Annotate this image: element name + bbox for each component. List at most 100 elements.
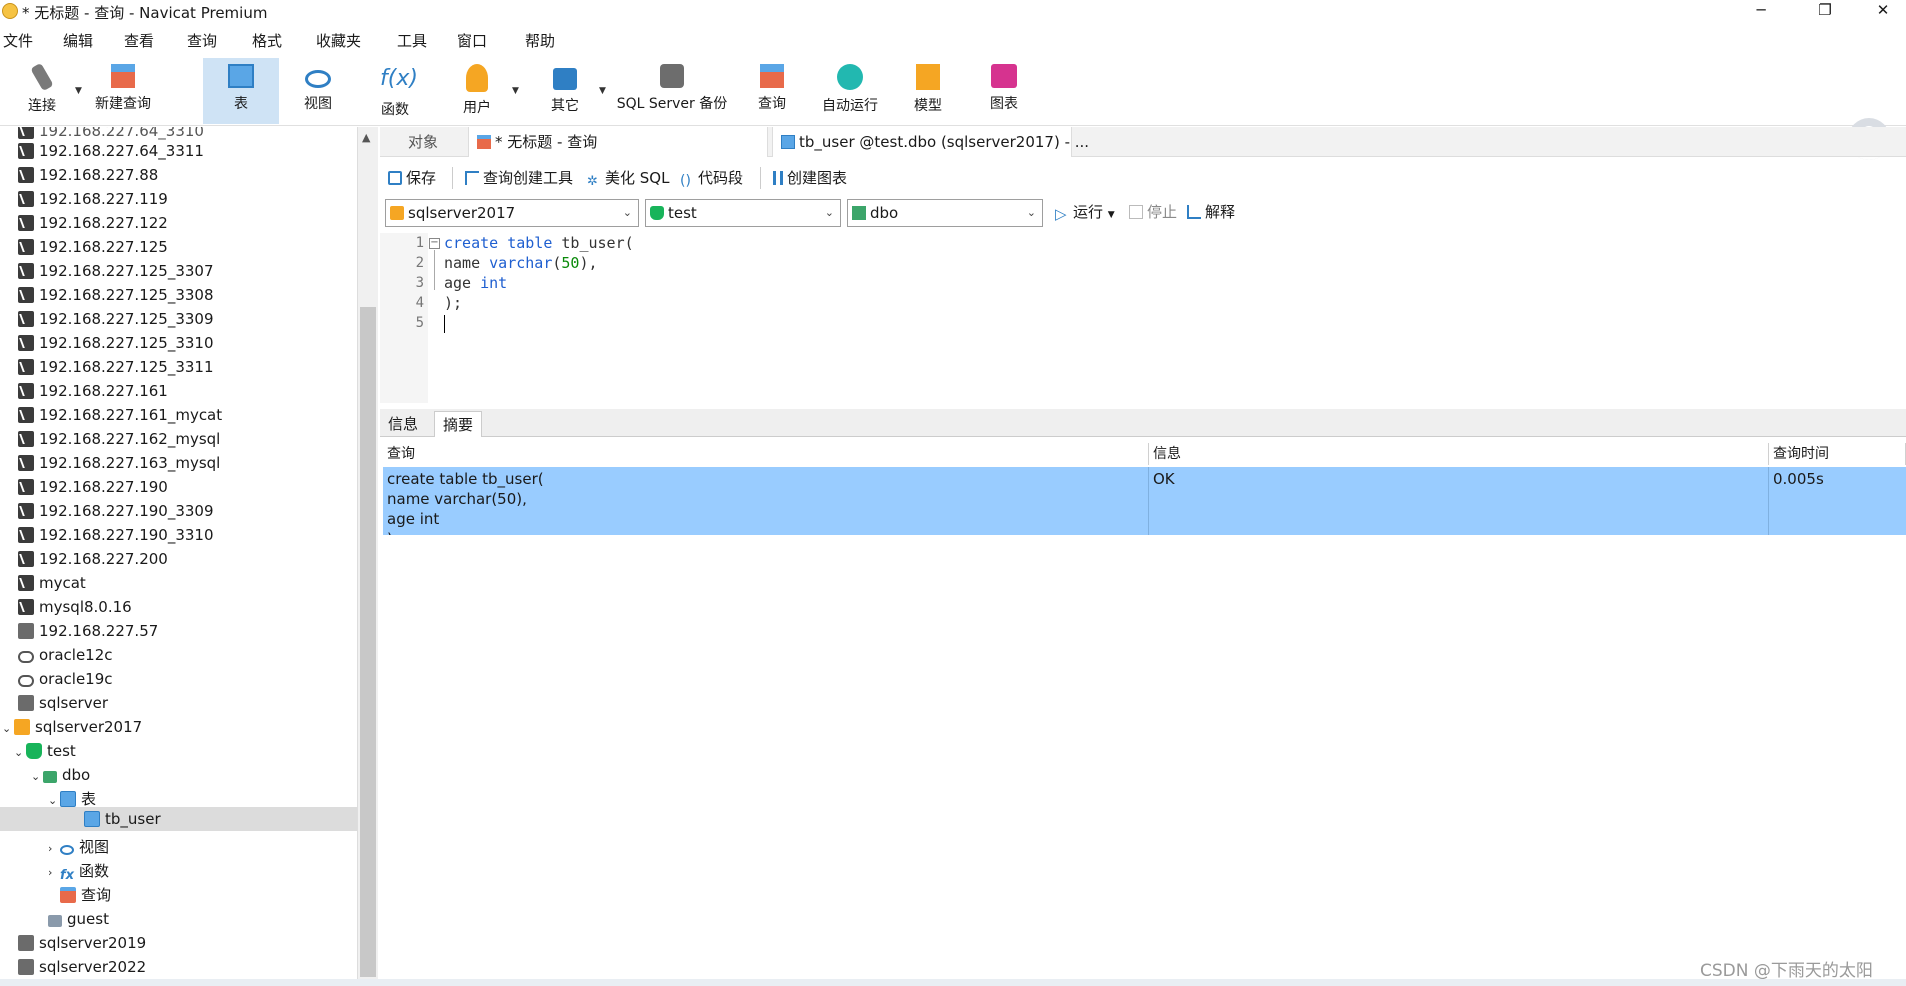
connection-item[interactable]: 192.168.227.125_3310 — [18, 331, 214, 355]
divider — [452, 167, 453, 189]
column-header-message[interactable]: 信息 — [1149, 443, 1769, 465]
menu-favorites[interactable]: 收藏夹 — [316, 30, 361, 51]
chevron-down-icon[interactable]: ⌄ — [2, 717, 14, 741]
queries-node[interactable]: 查询 — [60, 883, 111, 907]
connection-item[interactable]: sqlserver — [18, 691, 108, 715]
code-snippet-button[interactable]: () 代码段 — [680, 167, 743, 188]
mysql-connection-icon — [18, 215, 34, 231]
sqlserver-backup-button[interactable]: SQL Server 备份 — [612, 58, 732, 124]
explain-button[interactable]: 解释 — [1187, 201, 1235, 222]
user-button[interactable]: 用户 — [447, 58, 507, 124]
beautify-sql-button[interactable]: ✲ 美化 SQL — [587, 167, 669, 189]
tab-query[interactable]: * 无标题 - 查询 — [468, 127, 768, 157]
connection-item[interactable]: 192.168.227.125_3309 — [18, 307, 214, 331]
connection-item[interactable]: 192.168.227.161_mycat — [18, 403, 222, 427]
connect-dropdown-icon[interactable]: ▼ — [75, 86, 82, 96]
mysql-connection-icon — [18, 575, 34, 591]
other-dropdown-icon[interactable]: ▼ — [599, 86, 606, 96]
database-node[interactable]: ⌄ test — [14, 739, 76, 763]
tab-summary[interactable]: 摘要 — [434, 411, 483, 437]
query-builder-button[interactable]: 查询创建工具 — [465, 167, 573, 188]
column-header-time[interactable]: 查询时间 — [1769, 443, 1906, 465]
new-query-button[interactable]: 新建查询 — [88, 58, 158, 124]
model-button[interactable]: 模型 — [898, 58, 958, 124]
connection-item[interactable]: mycat — [18, 571, 86, 595]
sidebar-scrollbar[interactable]: ▲ — [358, 127, 378, 979]
view-button[interactable]: 视图 — [288, 58, 348, 124]
connection-select[interactable]: sqlserver2017 ⌄ — [385, 199, 639, 227]
menu-help[interactable]: 帮助 — [525, 30, 555, 51]
chevron-down-icon[interactable]: ⌄ — [31, 765, 43, 789]
database-select[interactable]: test ⌄ — [645, 199, 841, 227]
menu-file[interactable]: 文件 — [3, 30, 33, 51]
automation-button[interactable]: 自动运行 — [815, 58, 885, 124]
connection-item[interactable]: 192.168.227.190_3310 — [18, 523, 214, 547]
connection-item[interactable]: oracle19c — [18, 667, 113, 691]
chevron-down-icon[interactable]: ⌄ — [14, 741, 26, 765]
connection-item-expanded[interactable]: ⌄ sqlserver2017 — [2, 715, 142, 739]
menu-format[interactable]: 格式 — [252, 30, 282, 51]
query-button[interactable]: 查询 — [742, 58, 802, 124]
schema-select[interactable]: dbo ⌄ — [847, 199, 1043, 227]
tab-info[interactable]: 信息 — [380, 411, 426, 437]
fold-minus-icon[interactable]: − — [429, 238, 440, 249]
connection-item[interactable]: 192.168.227.125_3308 — [18, 283, 214, 307]
schema-node-guest[interactable]: guest — [48, 907, 109, 931]
connection-item[interactable]: 192.168.227.125 — [18, 235, 168, 259]
mysql-connection-icon — [18, 127, 34, 139]
connection-item[interactable]: 192.168.227.190_3309 — [18, 499, 214, 523]
connection-item[interactable]: 192.168.227.125_3311 — [18, 355, 214, 379]
scroll-up-icon[interactable]: ▲ — [362, 131, 370, 144]
connection-item[interactable]: 192.168.227.122 — [18, 211, 168, 235]
connection-item[interactable]: 192.168.227.57 — [18, 619, 158, 643]
braces-icon: () — [680, 173, 691, 189]
schema-node[interactable]: ⌄ dbo — [31, 763, 90, 787]
views-node[interactable]: › 视图 — [48, 835, 109, 859]
minimize-button[interactable]: ─ — [1738, 0, 1784, 22]
mysql-connection-icon — [18, 263, 34, 279]
connection-item[interactable]: 192.168.227.119 — [18, 187, 168, 211]
tab-table-tb-user[interactable]: tb_user @test.dbo (sqlserver2017) - ... — [772, 127, 1089, 157]
create-chart-button[interactable]: 创建图表 — [773, 167, 847, 188]
sql-editor[interactable]: 1 2 3 4 5 − create table tb_user( name v… — [380, 233, 1906, 403]
menu-window[interactable]: 窗口 — [457, 30, 487, 51]
schema-icon — [48, 915, 62, 927]
connection-item[interactable]: 192.168.227.162_mysql — [18, 427, 220, 451]
maximize-button[interactable]: ❐ — [1802, 0, 1848, 22]
tab-objects[interactable]: 对象 — [400, 127, 446, 157]
scrollbar-thumb[interactable] — [360, 307, 376, 977]
connect-button[interactable]: 连接 — [12, 58, 72, 124]
chevron-right-icon[interactable]: › — [48, 861, 60, 885]
connection-item[interactable]: oracle12c — [18, 643, 113, 667]
connection-item[interactable]: sqlserver2019 — [18, 931, 146, 955]
table-node-tb-user[interactable]: tb_user — [0, 807, 357, 831]
table-button[interactable]: 表 — [203, 58, 279, 124]
menu-view[interactable]: 查看 — [124, 30, 154, 51]
connection-item[interactable]: mysql8.0.16 — [18, 595, 132, 619]
user-dropdown-icon[interactable]: ▼ — [512, 86, 519, 96]
connection-item[interactable]: 192.168.227.161 — [18, 379, 168, 403]
save-button[interactable]: 保存 — [388, 167, 436, 188]
connection-item[interactable]: 192.168.227.88 — [18, 163, 158, 187]
menu-edit[interactable]: 编辑 — [63, 30, 93, 51]
menu-query[interactable]: 查询 — [187, 30, 217, 51]
connection-item[interactable]: 192.168.227.200 — [18, 547, 168, 571]
close-button[interactable]: ✕ — [1860, 0, 1906, 22]
connection-item[interactable]: 192.168.227.64_3311 — [18, 139, 204, 163]
mysql-connection-icon — [18, 287, 34, 303]
run-button[interactable]: ▷ 运行 ▼ — [1055, 201, 1115, 222]
functions-node[interactable]: › fx 函数 — [48, 859, 109, 883]
menu-tools[interactable]: 工具 — [397, 30, 427, 51]
connection-item[interactable]: 192.168.227.125_3307 — [18, 259, 214, 283]
table-row[interactable]: create table tb_user( name varchar(50), … — [383, 467, 1906, 535]
other-button[interactable]: 其它 — [535, 58, 595, 124]
chart-button[interactable]: 图表 — [974, 58, 1034, 124]
run-dropdown-icon[interactable]: ▼ — [1108, 210, 1115, 220]
stop-button[interactable]: 停止 — [1129, 201, 1177, 222]
connection-item[interactable]: 192.168.227.163_mysql — [18, 451, 220, 475]
connection-item[interactable]: 192.168.227.190 — [18, 475, 168, 499]
function-button[interactable]: f(x) 函数 — [365, 58, 425, 124]
connection-item[interactable]: sqlserver2022 — [18, 955, 146, 979]
chevron-right-icon[interactable]: › — [48, 837, 60, 861]
column-header-query[interactable]: 查询 — [383, 443, 1149, 465]
